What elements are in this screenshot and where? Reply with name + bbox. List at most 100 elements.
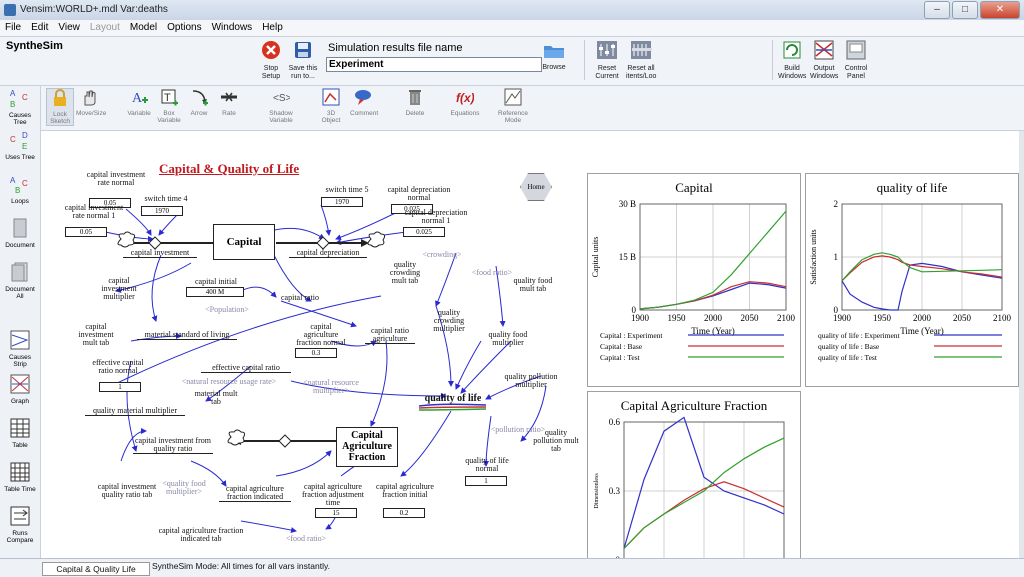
slider-adj-time[interactable]: 15 <box>315 508 357 518</box>
reset-current-button[interactable]: Reset Current <box>592 40 622 81</box>
var-capital-investment[interactable]: capital investment <box>123 249 197 258</box>
var-cap-inv-rate-normal[interactable]: capital investment rate normal <box>81 171 151 187</box>
vertical-scrollbar[interactable] <box>1019 131 1024 558</box>
graph-capital-agriculture-fraction[interactable]: Capital Agriculture Fraction 19001950200… <box>587 391 801 558</box>
browse-button[interactable]: Browse <box>540 43 568 72</box>
comment-tool[interactable]: Comment <box>350 88 378 117</box>
reference-mode-tool[interactable]: Reference Mode <box>498 88 528 124</box>
var-material-mult-tab[interactable]: material mult tab <box>191 390 241 406</box>
menu-file[interactable]: File <box>0 20 26 36</box>
stock-capital[interactable]: Capital <box>213 224 275 260</box>
var-natural-resource-shadow[interactable]: <natural resource usage rate> <box>169 378 289 386</box>
var-material-standard[interactable]: material standard of living <box>137 331 237 340</box>
var-cap-inv-from-quality[interactable]: capital investment from quality ratio <box>133 437 213 454</box>
3d-object-tool[interactable]: 3D Object <box>318 88 344 124</box>
lock-sketch-tool[interactable]: Lock Sketch <box>46 88 74 126</box>
build-windows-button[interactable]: Build Windows <box>778 40 806 81</box>
menu-help[interactable]: Help <box>257 20 288 36</box>
var-switch-time-5[interactable]: switch time 5 <box>319 186 375 194</box>
var-cap-agri-frac-ind-tab[interactable]: capital agriculture fraction indicated t… <box>151 527 251 543</box>
var-crowding-shadow[interactable]: <crowding> <box>417 251 467 259</box>
move-size-tool[interactable]: Move/Size <box>76 88 106 117</box>
menu-edit[interactable]: Edit <box>26 20 53 36</box>
var-quality-food-mult[interactable]: quality food multiplier <box>483 331 533 347</box>
document-all-tool[interactable]: Document All <box>2 262 38 300</box>
loops-tool[interactable]: ACB Loops <box>2 174 38 205</box>
equations-tool[interactable]: f(x) Equations <box>450 88 480 117</box>
var-food-ratio-shadow-2[interactable]: <food ratio> <box>281 535 331 543</box>
table-tool[interactable]: Table <box>2 418 38 449</box>
box-variable-tool[interactable]: T Box Variable <box>156 88 182 124</box>
slider-eff-ratio[interactable]: 1 <box>99 382 141 392</box>
sketch-canvas[interactable]: Capital & Quality of Life Home Capital C… <box>41 131 1019 558</box>
control-panel-button[interactable]: Control Panel <box>842 40 870 81</box>
var-cap-agri-frac-indicated[interactable]: capital agriculture fraction indicated <box>219 485 291 502</box>
var-quality-of-life[interactable]: quality of life <box>413 394 493 404</box>
stop-setup-button[interactable]: Stop Setup <box>258 40 284 81</box>
sim-file-input[interactable]: Experiment <box>326 57 542 72</box>
var-cap-agri-frac-adj-time[interactable]: capital agriculture fraction adjustment … <box>295 483 371 507</box>
slider-switch-time-5[interactable]: 1970 <box>321 197 363 207</box>
stock-capital-agriculture-fraction[interactable]: Capital Agriculture Fraction <box>336 427 398 467</box>
slider-qol-normal[interactable]: 1 <box>465 476 507 486</box>
menu-windows[interactable]: Windows <box>207 20 258 36</box>
minimize-button[interactable]: – <box>924 1 950 19</box>
graph-capital[interactable]: Capital 1900 1950 2000 2050 2100 0 15 B 30 B Tim… <box>587 173 801 387</box>
var-cap-agri-fraction-normal[interactable]: capital agriculture fraction normal <box>293 323 349 347</box>
var-effective-cap-ratio-normal[interactable]: effective capital ratio normal <box>89 359 147 375</box>
var-quality-crowding-mult-tab[interactable]: quality crowding mult tab <box>383 261 427 285</box>
rate-tool[interactable]: Rate <box>216 88 242 117</box>
slider-capital-initial[interactable]: 400 M <box>186 287 244 297</box>
causes-strip-tool[interactable]: Causes Strip <box>2 330 38 368</box>
shadow-variable-tool[interactable]: <S> Shadow Variable <box>266 88 296 124</box>
causes-tree-tool[interactable]: ACB Causes Tree <box>2 88 38 126</box>
var-quality-food-shadow[interactable]: <quality food multiplier> <box>153 480 215 496</box>
uses-tree-tool[interactable]: CDE Uses Tree <box>2 130 38 161</box>
var-cap-agri-frac-initial[interactable]: capital agriculture fraction initial <box>375 483 435 499</box>
var-quality-pollution-mult-tab[interactable]: quality pollution mult tab <box>531 429 581 453</box>
var-cap-inv-quality-ratio-tab[interactable]: capital investment quality ratio tab <box>97 483 157 499</box>
var-capital-initial[interactable]: capital initial <box>186 278 246 286</box>
close-button[interactable]: ✕ <box>980 1 1020 19</box>
var-effective-capital-ratio[interactable]: effective capital ratio <box>201 364 291 373</box>
graph-tool[interactable]: Graph <box>2 374 38 405</box>
menu-layout[interactable]: Layout <box>85 20 125 36</box>
graph-quality-of-life[interactable]: quality of life 1900 1950 2000 2050 2100 0 1 2 T… <box>805 173 1019 387</box>
menu-options[interactable]: Options <box>162 20 206 36</box>
document-tool[interactable]: Document <box>2 218 38 249</box>
table-time-tool[interactable]: Table Time <box>2 462 38 493</box>
menu-model[interactable]: Model <box>125 20 162 36</box>
delete-tool[interactable]: Delete <box>402 88 428 117</box>
var-cap-inv-multiplier[interactable]: capital investment multiplier <box>94 277 144 301</box>
slider-caf-initial[interactable]: 0.2 <box>383 508 425 518</box>
menu-view[interactable]: View <box>53 20 85 36</box>
slider-caf-normal[interactable]: 0.3 <box>295 348 337 358</box>
slider-switch-time-4[interactable]: 1970 <box>141 206 183 216</box>
var-cap-inv-rate-normal-1[interactable]: capital investment rate normal 1 <box>59 204 129 220</box>
var-quality-crowding-mult[interactable]: quality crowding multiplier <box>427 309 471 333</box>
save-run-button[interactable]: Save this run to... <box>288 40 318 81</box>
var-cap-dep-normal[interactable]: capital depreciation normal <box>379 186 459 202</box>
var-quality-food-mult-tab[interactable]: quality food mult tab <box>511 277 555 293</box>
view-name[interactable]: Capital & Quality Life <box>42 562 150 576</box>
var-cap-ratio-agriculture[interactable]: capital ratio agriculture <box>365 327 415 344</box>
arrow-tool[interactable]: Arrow <box>186 88 212 117</box>
maximize-button[interactable]: □ <box>952 1 978 19</box>
var-population-shadow[interactable]: <Population> <box>197 306 257 314</box>
var-quality-material-mult[interactable]: quality material multiplier <box>85 407 185 416</box>
var-quality-of-life-normal[interactable]: quality of life normal <box>459 457 515 473</box>
slider-cap-inv-rate-1[interactable]: 0.05 <box>65 227 107 237</box>
var-capital-ratio[interactable]: capital ratio <box>275 294 325 302</box>
var-cap-dep-normal-1[interactable]: capital depreciation normal 1 <box>401 209 471 225</box>
var-cap-inv-mult-tab[interactable]: capital investment mult tab <box>71 323 121 347</box>
reset-all-button[interactable]: Reset all itents/Loo <box>626 40 656 81</box>
var-food-ratio-shadow[interactable]: <food ratio> <box>467 269 517 277</box>
output-windows-button[interactable]: Output Windows <box>810 40 838 81</box>
var-switch-time-4[interactable]: switch time 4 <box>141 195 191 203</box>
slider-cap-dep-1[interactable]: 0.025 <box>403 227 445 237</box>
var-natural-resource-mult-shadow[interactable]: <natural resource multiplier> <box>291 379 371 395</box>
runs-compare-tool[interactable]: Runs Compare <box>2 506 38 544</box>
variable-tool[interactable]: A Variable <box>126 88 152 117</box>
var-quality-pollution-mult[interactable]: quality pollution multiplier <box>497 373 565 389</box>
var-capital-depreciation[interactable]: capital depreciation <box>289 249 367 258</box>
